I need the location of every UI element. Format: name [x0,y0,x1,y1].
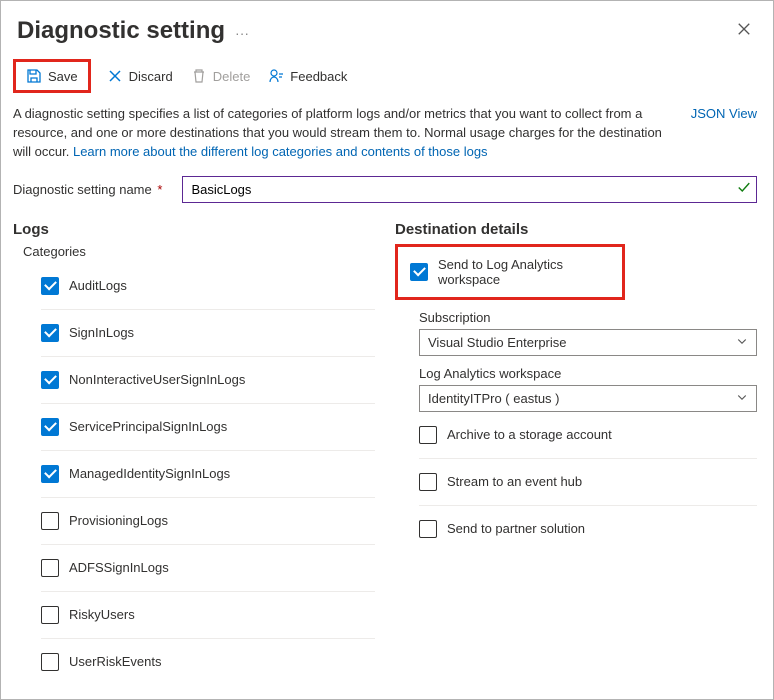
label-serviceprincipal: ServicePrincipalSignInLogs [69,419,227,434]
label-userriskevents: UserRiskEvents [69,654,161,669]
label-provisioning: ProvisioningLogs [69,513,168,528]
save-highlight-box: Save [13,59,91,93]
toolbar: Save Discard Delete Feedback [1,53,773,103]
diagnostic-setting-panel: Diagnostic setting ··· Save Discard Dele… [0,0,774,700]
json-view-link[interactable]: JSON View [691,105,757,162]
checkbox-provisioning[interactable] [41,512,59,530]
dest-event-hub: Stream to an event hub [419,459,757,506]
chevron-down-icon [736,335,748,350]
label-send-law: Send to Log Analytics workspace [438,257,610,287]
label-managedidentity: ManagedIdentitySignInLogs [69,466,230,481]
label-event-hub: Stream to an event hub [447,474,582,489]
delete-icon [191,68,207,84]
label-partner: Send to partner solution [447,521,585,536]
subscription-label: Subscription [419,310,757,325]
category-riskyusers: RiskyUsers [41,592,375,639]
checkbox-send-law[interactable] [410,263,428,281]
destination-title: Destination details [395,221,757,238]
save-icon [26,68,42,84]
subscription-select[interactable]: Visual Studio Enterprise [419,329,757,356]
required-asterisk: * [157,182,162,197]
checkbox-auditlogs[interactable] [41,277,59,295]
logs-column: Logs Categories AuditLogs SignInLogs Non… [13,215,375,685]
setting-name-input[interactable] [182,176,757,203]
checkbox-partner[interactable] [419,520,437,538]
category-provisioning: ProvisioningLogs [41,498,375,545]
label-adfs: ADFSSignInLogs [69,560,169,575]
workspace-label: Log Analytics workspace [419,366,757,381]
save-label: Save [48,69,78,84]
feedback-label: Feedback [290,69,347,84]
checkbox-riskyusers[interactable] [41,606,59,624]
label-riskyusers: RiskyUsers [69,607,135,622]
destination-column: Destination details Send to Log Analytic… [395,215,757,685]
categories-subtitle: Categories [23,244,375,259]
close-icon[interactable] [731,18,757,45]
name-row: Diagnostic setting name * [1,166,773,215]
checkbox-noninteractive[interactable] [41,371,59,389]
checkbox-adfs[interactable] [41,559,59,577]
label-archive-storage: Archive to a storage account [447,427,612,442]
dest-partner: Send to partner solution [419,506,757,552]
delete-button: Delete [183,64,259,88]
columns: Logs Categories AuditLogs SignInLogs Non… [1,215,773,685]
discard-label: Discard [129,69,173,84]
setting-name-label-text: Diagnostic setting name [13,182,152,197]
description-row: A diagnostic setting specifies a list of… [1,103,773,166]
category-list: AuditLogs SignInLogs NonInteractiveUserS… [41,263,375,685]
feedback-button[interactable]: Feedback [260,64,355,88]
send-law-highlight: Send to Log Analytics workspace [395,244,625,300]
category-adfs: ADFSSignInLogs [41,545,375,592]
valid-check-icon [737,181,751,198]
discard-icon [107,68,123,84]
checkbox-managedidentity[interactable] [41,465,59,483]
category-managedidentity: ManagedIdentitySignInLogs [41,451,375,498]
label-auditlogs: AuditLogs [69,278,127,293]
label-noninteractive: NonInteractiveUserSignInLogs [69,372,245,387]
page-title: Diagnostic setting [17,17,225,45]
learn-more-link[interactable]: Learn more about the different log categ… [73,144,488,159]
save-button[interactable]: Save [18,64,86,88]
subscription-value: Visual Studio Enterprise [428,335,567,350]
discard-button[interactable]: Discard [99,64,181,88]
delete-label: Delete [213,69,251,84]
panel-header: Diagnostic setting ··· [1,1,773,53]
law-config: Subscription Visual Studio Enterprise Lo… [395,310,757,552]
workspace-select[interactable]: IdentityITPro ( eastus ) [419,385,757,412]
setting-name-input-wrap [182,176,757,203]
feedback-icon [268,68,284,84]
category-serviceprincipal: ServicePrincipalSignInLogs [41,404,375,451]
category-signinlogs: SignInLogs [41,310,375,357]
chevron-down-icon [736,391,748,406]
checkbox-event-hub[interactable] [419,473,437,491]
setting-name-label: Diagnostic setting name * [13,182,162,197]
checkbox-archive-storage[interactable] [419,426,437,444]
category-userriskevents: UserRiskEvents [41,639,375,685]
checkbox-serviceprincipal[interactable] [41,418,59,436]
checkbox-userriskevents[interactable] [41,653,59,671]
category-auditlogs: AuditLogs [41,263,375,310]
logs-title: Logs [13,221,375,238]
more-ellipsis[interactable]: ··· [235,25,249,41]
checkbox-signinlogs[interactable] [41,324,59,342]
description-text-wrap: A diagnostic setting specifies a list of… [13,105,671,162]
category-noninteractive: NonInteractiveUserSignInLogs [41,357,375,404]
label-signinlogs: SignInLogs [69,325,134,340]
dest-archive-storage: Archive to a storage account [419,412,757,459]
workspace-value: IdentityITPro ( eastus ) [428,391,560,406]
